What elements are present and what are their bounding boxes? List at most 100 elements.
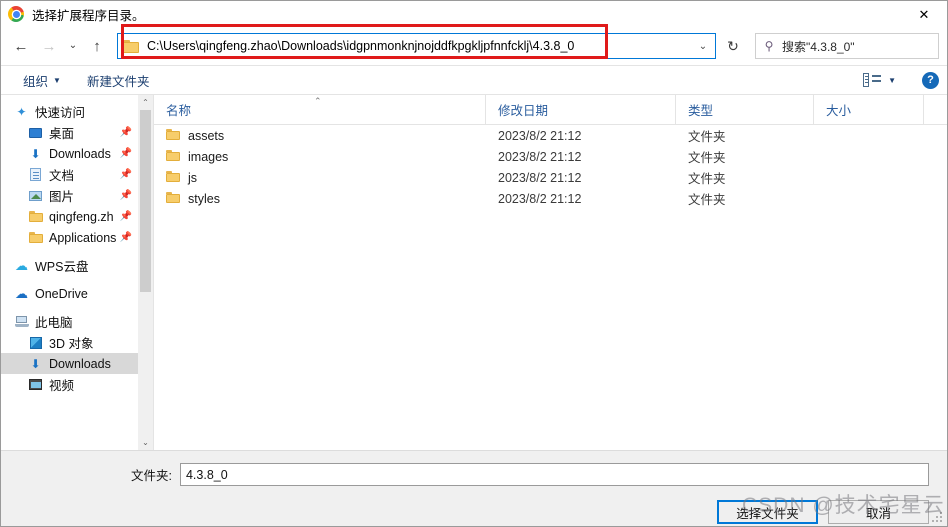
search-icon: ⚲ [764, 39, 774, 53]
sidebar-item-label: WPS云盘 [35, 260, 89, 274]
table-row[interactable]: styles 2023/8/2 21:12 文件夹 [154, 188, 947, 209]
search-input[interactable]: 搜索"4.3.8_0" [782, 38, 855, 55]
file-type-cell: 文件夹 [688, 172, 726, 186]
refresh-button[interactable]: ↻ [719, 33, 747, 59]
resize-grip[interactable] [932, 512, 944, 524]
navigation-pane: ✦ 快速访问 桌面 📌 ⬇ Downloads 📌 文档 📌 图片 📌 qing… [1, 95, 154, 450]
sidebar-item-label: 视频 [49, 379, 75, 393]
file-date-cell: 2023/8/2 21:12 [498, 128, 582, 143]
folder-icon [166, 149, 180, 164]
help-button[interactable]: ? [922, 71, 939, 89]
sidebar-item-applications[interactable]: Applications 📌 [1, 227, 138, 248]
dialog-body: ✦ 快速访问 桌面 📌 ⬇ Downloads 📌 文档 📌 图片 📌 qing… [1, 95, 947, 450]
search-box[interactable]: ⚲ 搜索"4.3.8_0" [755, 33, 939, 59]
chevron-down-icon: ▼ [53, 75, 61, 85]
pictures-icon [27, 190, 44, 201]
column-header-row: 名称 ⌃ 修改日期 类型 大小 [154, 95, 947, 125]
sidebar-item-videos[interactable]: 视频 [1, 374, 138, 395]
file-name-label: styles [188, 191, 220, 206]
folder-icon [166, 128, 180, 143]
sidebar-item-pictures[interactable]: 图片 📌 [1, 185, 138, 206]
sidebar-item-quick-access[interactable]: ✦ 快速访问 [1, 101, 138, 122]
pin-icon: 📌 [119, 169, 132, 180]
column-header-name[interactable]: 名称 ⌃ [154, 95, 486, 124]
sidebar-item-label: 3D 对象 [49, 337, 94, 351]
column-header-type[interactable]: 类型 [676, 95, 814, 124]
sidebar-scrollbar[interactable]: ⌃ ⌄ [138, 95, 153, 450]
table-row[interactable]: js 2023/8/2 21:12 文件夹 [154, 167, 947, 188]
scrollbar-track[interactable] [138, 110, 153, 435]
column-header-label: 名称 [166, 104, 192, 118]
forward-button[interactable]: → [35, 32, 63, 60]
pin-icon: 📌 [119, 211, 132, 222]
download-icon: ⬇ [30, 356, 41, 371]
folder-icon [27, 211, 44, 222]
table-row[interactable]: assets 2023/8/2 21:12 文件夹 [154, 125, 947, 146]
chevron-down-icon[interactable]: ⌄ [691, 41, 715, 52]
pin-icon: 📌 [119, 232, 132, 243]
file-name-cell: styles [154, 191, 486, 206]
sidebar-item-label: qingfeng.zh [49, 209, 114, 224]
view-options-button[interactable]: ▼ [863, 73, 896, 87]
scroll-down-icon[interactable]: ⌄ [138, 435, 153, 450]
folder-picker-dialog: 选择扩展程序目录。 ✕ ← → ⌄ ↑ C:\Users\qingfeng.zh… [0, 0, 948, 527]
close-icon[interactable]: ✕ [901, 1, 947, 27]
sidebar-item-this-pc[interactable]: 此电脑 [1, 311, 138, 332]
chrome-icon [8, 6, 24, 22]
folder-icon [166, 170, 180, 185]
new-folder-button[interactable]: 新建文件夹 [87, 71, 150, 90]
file-rows: assets 2023/8/2 21:12 文件夹 images 2023/8/… [154, 125, 947, 450]
sidebar-item-label: Applications [49, 230, 117, 245]
sidebar-item-label: Downloads [49, 356, 111, 371]
pin-icon: 📌 [119, 127, 132, 138]
up-button[interactable]: ↑ [83, 32, 111, 60]
3d-objects-icon [27, 336, 44, 349]
videos-icon [27, 379, 44, 390]
sidebar-item-documents[interactable]: 文档 📌 [1, 164, 138, 185]
download-icon: ⬇ [30, 146, 41, 161]
sidebar-item-label: 文档 [49, 169, 75, 183]
sidebar-item-downloads-quick[interactable]: ⬇ Downloads 📌 [1, 143, 138, 164]
file-name-cell: images [154, 149, 486, 164]
sidebar-item-3d-objects[interactable]: 3D 对象 [1, 332, 138, 353]
address-bar[interactable]: C:\Users\qingfeng.zhao\Downloads\idgpnmo… [117, 33, 716, 59]
this-pc-icon [13, 316, 30, 327]
pin-icon: 📌 [119, 190, 132, 201]
title-bar: 选择扩展程序目录。 ✕ [1, 1, 947, 27]
list-view-icon [863, 73, 882, 87]
sidebar-item-downloads[interactable]: ⬇ Downloads [1, 353, 138, 374]
organize-button[interactable]: 组织 ▼ [23, 71, 61, 90]
sidebar-item-qingfeng[interactable]: qingfeng.zh 📌 [1, 206, 138, 227]
file-date-cell: 2023/8/2 21:12 [498, 191, 582, 206]
command-bar: 组织 ▼ 新建文件夹 ▼ ? [1, 65, 947, 95]
table-row[interactable]: images 2023/8/2 21:12 文件夹 [154, 146, 947, 167]
address-path-text[interactable]: C:\Users\qingfeng.zhao\Downloads\idgpnmo… [145, 39, 691, 53]
sidebar-item-onedrive[interactable]: ☁ OneDrive [1, 283, 138, 304]
footer-buttons: 选择文件夹 取消 [15, 500, 933, 524]
file-list-pane: 名称 ⌃ 修改日期 类型 大小 assets 2023/8/2 21:12 文件… [154, 95, 947, 450]
sidebar-item-desktop[interactable]: 桌面 📌 [1, 122, 138, 143]
cancel-button[interactable]: 取消 [828, 500, 929, 524]
sort-ascending-icon: ⌃ [314, 96, 322, 106]
folder-icon [123, 39, 139, 53]
sidebar-item-wps-cloud[interactable]: ☁ WPS云盘 [1, 255, 138, 276]
select-folder-button[interactable]: 选择文件夹 [717, 500, 818, 524]
folder-field-label: 文件夹: [131, 469, 172, 483]
sidebar-item-label: 图片 [49, 190, 75, 204]
scrollbar-thumb[interactable] [140, 110, 151, 292]
column-header-size[interactable]: 大小 [814, 95, 924, 124]
file-type-cell: 文件夹 [688, 130, 726, 144]
file-date-cell: 2023/8/2 21:12 [498, 149, 582, 164]
recent-locations-button[interactable]: ⌄ [63, 32, 83, 60]
dialog-title: 选择扩展程序目录。 [32, 8, 145, 23]
folder-icon [166, 191, 180, 206]
column-header-date[interactable]: 修改日期 [486, 95, 676, 124]
sidebar-item-label: 快速访问 [35, 106, 86, 120]
folder-field-row: 文件夹: 4.3.8_0 [15, 463, 933, 486]
sidebar-list: ✦ 快速访问 桌面 📌 ⬇ Downloads 📌 文档 📌 图片 📌 qing… [1, 95, 138, 450]
desktop-icon [27, 127, 44, 138]
back-button[interactable]: ← [7, 32, 35, 60]
folder-name-input[interactable]: 4.3.8_0 [179, 463, 929, 486]
chevron-down-icon: ▼ [888, 75, 896, 85]
scroll-up-icon[interactable]: ⌃ [138, 95, 153, 110]
